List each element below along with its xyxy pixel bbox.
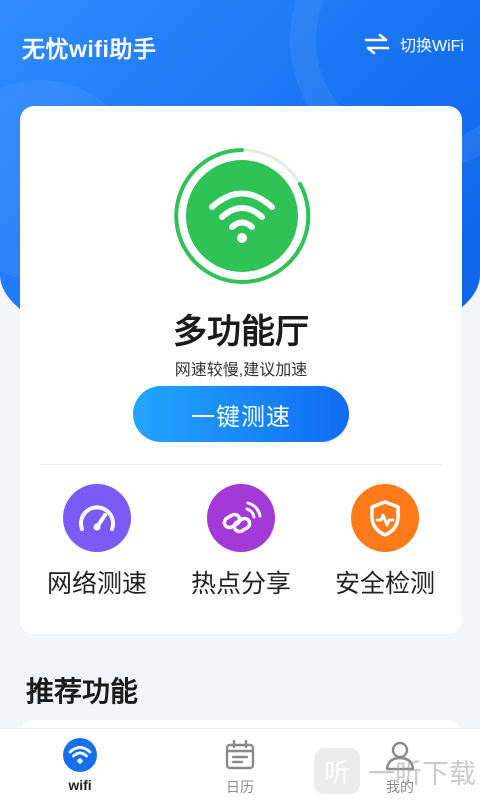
shield-icon [351, 484, 419, 552]
feature-label: 热点分享 [190, 570, 291, 598]
hotspot-share-icon [207, 484, 275, 552]
network-name: 多功能厅 [173, 313, 309, 351]
status-card: 多功能厅 网速较慢,建议加速 一键测速 网络测速 热点分享 安全检测 [20, 106, 462, 634]
switch-wifi-label: 切换WiFi [400, 38, 464, 55]
tab-calendar[interactable]: 日历 [180, 737, 300, 797]
feature-grid: 网络测速 热点分享 安全检测 [20, 484, 462, 614]
tab-wifi[interactable]: wifi [20, 737, 140, 793]
swap-arrows-icon [364, 33, 390, 55]
watermark-text: 一听下载 [368, 758, 476, 789]
network-status-text: 网速较慢,建议加速 [174, 362, 308, 379]
divider [40, 464, 442, 465]
recommend-section-title: 推荐功能 [26, 676, 139, 707]
calendar-icon [180, 737, 300, 773]
watermark: 听 一听下载 [314, 748, 476, 794]
top-bar: 无忧wifi助手 切换WiFi [0, 0, 480, 92]
switch-wifi-button[interactable]: 切换WiFi [364, 32, 464, 56]
speed-test-button[interactable]: 一键测速 [133, 386, 349, 442]
feature-hotspot-share[interactable]: 热点分享 [171, 484, 311, 600]
speedometer-icon [63, 484, 131, 552]
feature-label: 网络测速 [46, 570, 147, 598]
tab-label: wifi [68, 777, 92, 793]
feature-label: 安全检测 [334, 570, 435, 598]
watermark-badge: 听 [314, 748, 360, 794]
feature-security-check[interactable]: 安全检测 [315, 484, 455, 600]
wifi-icon [20, 737, 140, 773]
tab-label: 日历 [226, 779, 254, 795]
app-title: 无忧wifi助手 [22, 36, 157, 62]
feature-speed-test[interactable]: 网络测速 [27, 484, 167, 600]
wifi-status-icon[interactable] [172, 146, 312, 286]
